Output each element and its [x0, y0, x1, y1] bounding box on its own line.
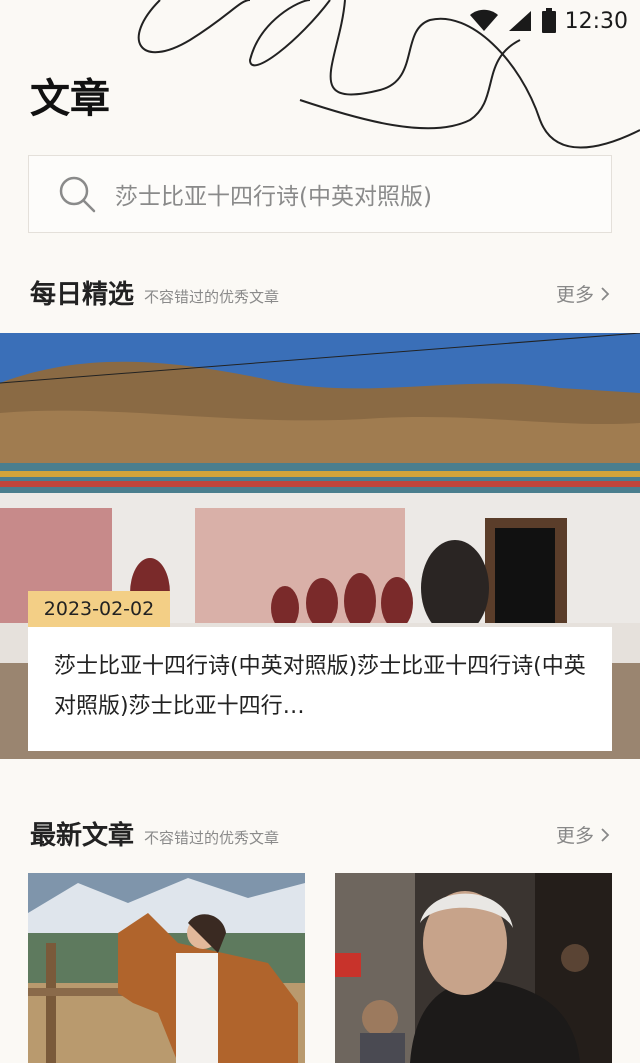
status-bar: 12:30	[469, 6, 628, 36]
featured-article-title: 莎士比亚十四行诗(中英对照版)莎士比亚十四行诗(中英对照版)莎士比亚十四行…	[54, 654, 586, 719]
featured-subheading: 不容错过的优秀文章	[144, 288, 280, 306]
latest-article-thumbnail-1[interactable]	[28, 873, 305, 1063]
latest-heading: 最新文章	[30, 821, 135, 851]
chevron-right-icon	[601, 286, 610, 301]
search-icon	[59, 176, 96, 213]
page-title: 文章	[30, 76, 110, 122]
chevron-right-icon	[601, 827, 610, 842]
articles-screen: 12:30 文章 莎士比亚十四行诗(中英对照版) 每日精选 不容错过的优秀文章 …	[0, 0, 640, 1063]
latest-article-thumbnail-2[interactable]	[335, 873, 612, 1063]
cellular-signal-icon	[508, 11, 531, 31]
wifi-icon	[469, 9, 498, 31]
featured-article-card[interactable]: 莎士比亚十四行诗(中英对照版)莎士比亚十四行诗(中英对照版)莎士比亚十四行…	[28, 627, 612, 751]
status-time: 12:30	[564, 8, 628, 34]
featured-heading: 每日精选	[30, 280, 135, 310]
featured-date-badge: 2023-02-02	[28, 591, 170, 627]
latest-subheading: 不容错过的优秀文章	[144, 829, 280, 847]
featured-more-link[interactable]: 更多	[556, 280, 610, 307]
search-input[interactable]: 莎士比亚十四行诗(中英对照版)	[115, 177, 432, 211]
latest-section-header: 最新文章 不容错过的优秀文章	[30, 815, 279, 852]
battery-icon	[541, 8, 556, 33]
elderly-man-portrait-photo	[335, 873, 612, 1063]
latest-more-link[interactable]: 更多	[556, 821, 610, 848]
latest-more-label: 更多	[555, 825, 594, 847]
featured-section-header: 每日精选 不容错过的优秀文章	[30, 274, 279, 311]
featured-more-label: 更多	[555, 284, 594, 306]
search-bar[interactable]: 莎士比亚十四行诗(中英对照版)	[28, 155, 612, 233]
woman-with-horse-photo	[28, 873, 305, 1063]
